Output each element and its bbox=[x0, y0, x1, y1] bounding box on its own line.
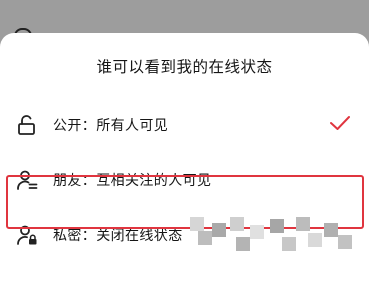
sheet-title: 谁可以看到我的在线状态 bbox=[96, 58, 273, 76]
checkmark-icon bbox=[330, 116, 350, 130]
watermark-mosaic bbox=[190, 213, 360, 268]
option-public[interactable]: 公开：所有人可见 bbox=[0, 101, 369, 151]
unlock-icon bbox=[18, 115, 35, 135]
option-public-label: 公开：所有人可见 bbox=[53, 118, 169, 134]
